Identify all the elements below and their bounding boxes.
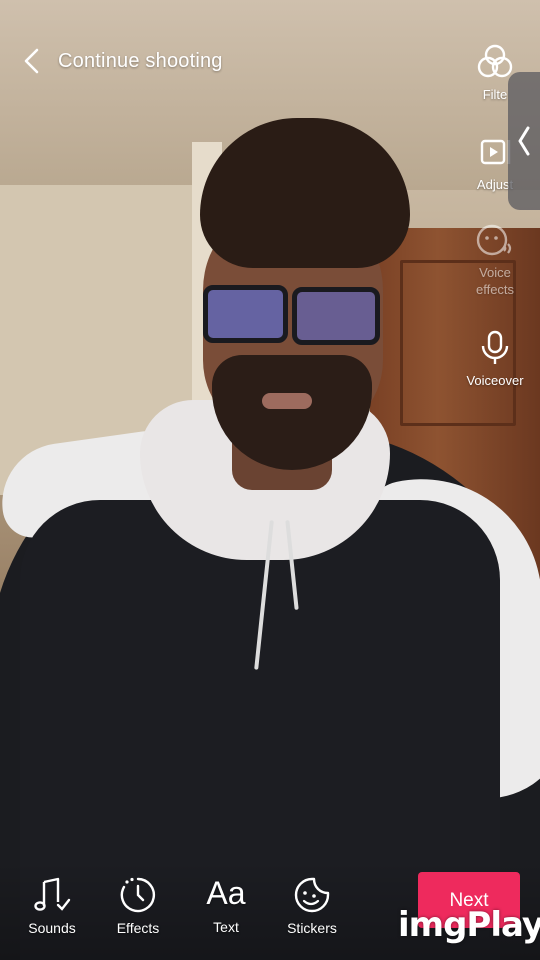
stickers-label: Stickers	[287, 920, 337, 936]
text-button[interactable]: Aa Text	[186, 876, 266, 935]
person-glasses-left	[203, 285, 288, 343]
page-title: Continue shooting	[58, 49, 223, 72]
voiceover-label: Voiceover	[466, 373, 524, 388]
text-aa-icon: Aa	[206, 875, 246, 911]
chevron-left-icon	[518, 126, 530, 156]
stickers-button[interactable]: Stickers	[272, 876, 352, 936]
microphone-icon	[481, 330, 509, 364]
collapse-toolbar-button[interactable]	[508, 72, 540, 210]
voice-effects-label: Voice effects	[475, 265, 515, 297]
person-glasses-right	[292, 287, 380, 345]
imgplay-watermark: imgPlay	[398, 905, 540, 945]
voiceover-button[interactable]: Voiceover	[450, 328, 540, 389]
effects-timer-icon	[120, 877, 156, 913]
filters-icon	[477, 44, 513, 78]
sounds-label: Sounds	[28, 920, 76, 936]
sounds-button[interactable]: Sounds	[12, 876, 92, 936]
sticker-smiley-icon	[294, 877, 330, 913]
effects-label: Effects	[116, 920, 160, 936]
voice-effects-icon	[476, 224, 512, 256]
text-label: Text	[213, 919, 239, 935]
voice-effects-button[interactable]: Voice effects	[450, 220, 540, 298]
person-lips	[262, 393, 312, 409]
chevron-left-icon	[24, 48, 39, 74]
music-note-icon	[34, 877, 71, 911]
video-preview-screen: Continue shooting Filte Adjust Voice eff…	[0, 0, 540, 960]
back-button[interactable]	[22, 44, 48, 78]
effects-button[interactable]: Effects	[98, 876, 178, 936]
top-bar: Continue shooting	[22, 44, 223, 78]
